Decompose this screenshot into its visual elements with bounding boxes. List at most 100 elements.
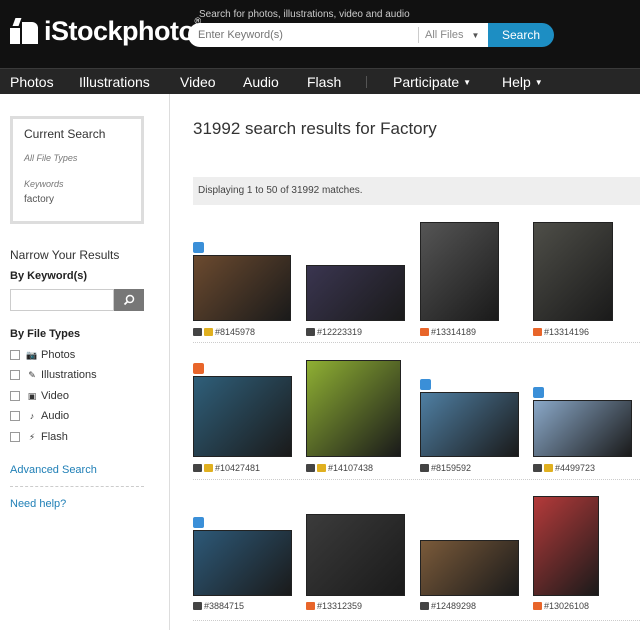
result-caption: #13314189 [420,326,476,338]
thumbnail-image [533,496,599,596]
need-help-link[interactable]: Need help? [10,498,66,510]
audio-checkbox[interactable] [10,411,20,421]
advanced-search-link[interactable]: Advanced Search [10,464,97,476]
result-thumbnail[interactable] [306,265,405,321]
row-divider [193,479,640,480]
chevron-down-icon: ▼ [471,30,480,40]
istockphoto-logo[interactable]: iStockphoto® [10,16,201,46]
result-thumbnail[interactable] [193,530,292,596]
camera-icon [420,602,429,610]
result-caption: #8145978 [193,326,255,338]
sidebar-divider [10,486,144,487]
thumbnail-image [420,540,519,596]
new-badge-icon [533,387,544,398]
top-header: iStockphoto® Search for photos, illustra… [0,0,640,68]
filter-audio[interactable]: ♪ Audio [10,409,69,423]
result-id[interactable]: #13314196 [544,327,589,337]
sidebar: Current Search All File Types Keywords f… [0,94,170,630]
crown-icon [204,328,213,336]
result-id[interactable]: #4499723 [555,463,595,473]
result-thumbnail[interactable] [533,400,632,457]
narrow-results-title: Narrow Your Results [10,248,120,262]
search-button[interactable]: Search [488,23,554,47]
camera-icon [193,328,202,336]
result-caption: #13312359 [306,600,362,612]
result-id[interactable]: #8145978 [215,327,255,337]
new-badge-icon [193,517,204,528]
result-id[interactable]: #3884715 [204,601,244,611]
illustrations-checkbox[interactable] [10,370,20,380]
thumbnail-image [193,376,292,457]
results-title: 31992 search results for Factory [193,119,437,138]
result-id[interactable]: #13314189 [431,327,476,337]
filter-video[interactable]: ▣ Video [10,389,69,403]
result-thumbnail[interactable] [193,255,291,321]
video-checkbox[interactable] [10,391,20,401]
nav-illustrations[interactable]: Illustrations [79,69,150,95]
new-badge-icon [193,242,204,253]
result-id[interactable]: #12223319 [317,327,362,337]
row-divider [193,620,640,621]
camera-icon [193,464,202,472]
filter-illustrations[interactable]: ✎ Illustrations [10,368,97,382]
result-id[interactable]: #8159592 [431,463,471,473]
flash-checkbox[interactable] [10,432,20,442]
brand-name: iStockphoto [44,15,195,46]
photos-checkbox[interactable] [10,350,20,360]
result-id[interactable]: #12489298 [431,601,476,611]
video-icon: ▣ [27,390,37,401]
nav-photos[interactable]: Photos [10,69,54,95]
current-search-title: Current Search [24,127,106,141]
result-id[interactable]: #14107438 [328,463,373,473]
nav-help[interactable]: Help ▼ [502,69,543,95]
current-search-box: Current Search All File Types Keywords f… [10,116,144,224]
search-input[interactable] [198,23,408,47]
result-thumbnail[interactable] [533,222,613,321]
nav-participate-label: Participate [393,74,460,90]
thumbnail-image [306,265,405,321]
result-id[interactable]: #13312359 [317,601,362,611]
keyword-search-button[interactable] [114,289,144,311]
result-id[interactable]: #13026108 [544,601,589,611]
filter-illustrations-label: Illustrations [41,369,97,381]
camera-icon [306,464,315,472]
thumbnail-image [306,514,405,596]
pen-icon: ✎ [28,369,36,380]
keywords-label: Keywords [24,179,64,189]
result-thumbnail[interactable] [420,222,499,321]
crown-icon [317,464,326,472]
keywords-value: factory [24,194,55,205]
flash-icon: ⚡ [28,431,36,442]
result-caption: #10427481 [193,462,260,474]
filter-flash[interactable]: ⚡ Flash [10,430,68,444]
nav-separator [366,76,367,88]
camera-icon [420,328,429,336]
filter-photos[interactable]: 📷 Photos [10,348,75,362]
thumbnail-image [420,392,519,457]
result-caption: #3884715 [193,600,244,612]
result-caption: #8159592 [420,462,471,474]
result-caption: #14107438 [306,462,373,474]
keyword-filter-input[interactable] [10,289,114,311]
search-hint: Search for photos, illustrations, video … [199,9,410,20]
result-caption: #12489298 [420,600,476,612]
crown-icon [544,464,553,472]
file-type-select[interactable]: All Files ▼ [418,27,479,43]
nav-audio[interactable]: Audio [243,69,279,95]
result-thumbnail[interactable] [193,376,292,457]
result-caption: #13026108 [533,600,589,612]
file-type-select-value: All Files [425,29,464,41]
nav-participate[interactable]: Participate ▼ [393,69,471,95]
nav-flash[interactable]: Flash [307,69,341,95]
result-id[interactable]: #10427481 [215,463,260,473]
result-thumbnail[interactable] [420,392,519,457]
result-thumbnail[interactable] [420,540,519,596]
filter-flash-label: Flash [41,431,68,443]
note-icon: ♪ [29,411,35,421]
nav-video[interactable]: Video [180,69,216,95]
filter-audio-label: Audio [41,410,70,422]
result-thumbnail[interactable] [306,514,405,596]
result-thumbnail[interactable] [306,360,401,457]
result-thumbnail[interactable] [533,496,599,596]
search-box: All Files ▼ [188,23,490,47]
